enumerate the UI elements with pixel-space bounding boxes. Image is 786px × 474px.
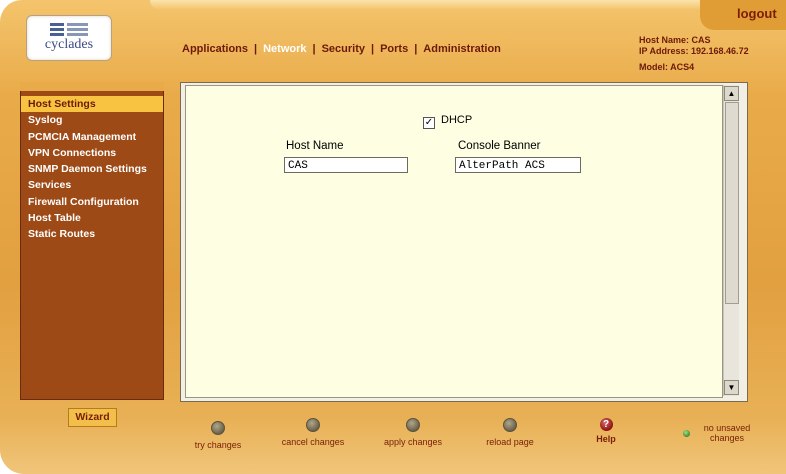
try-changes-label: try changes (194, 440, 242, 450)
nav-separator: | (312, 43, 316, 55)
dhcp-option: ✓ DHCP (423, 114, 472, 129)
dhcp-label: DHCP (441, 114, 473, 126)
sidebar-item-snmp-daemon-settings[interactable]: SNMP Daemon Settings (21, 161, 163, 177)
help-icon: ? (599, 418, 613, 431)
help-button[interactable]: ? Help (584, 418, 628, 444)
logo-text: cyclades (44, 37, 94, 52)
reload-page-button[interactable]: reload page (480, 418, 540, 447)
nav-ports[interactable]: Ports (380, 43, 408, 55)
apply-changes-icon (406, 418, 420, 432)
ip-address-info: IP Address: 192.168.46.72 (639, 46, 749, 56)
reload-page-label: reload page (486, 437, 534, 447)
scroll-down-icon[interactable]: ▼ (724, 380, 739, 395)
cyclades-logo: cyclades (26, 15, 112, 61)
model-info: Model: ACS4 (639, 62, 695, 72)
sidebar-item-host-table[interactable]: Host Table (21, 210, 163, 226)
top-navigation: Applications | Network | Security | Ports | Admi… (182, 43, 501, 55)
nav-applications[interactable]: Applications (182, 43, 248, 55)
wizard-button[interactable]: Wizard (68, 408, 117, 427)
status-line-2: changes (709, 433, 745, 443)
header-highlight (150, 0, 710, 10)
status-indicator-icon (683, 430, 690, 437)
sidebar-item-pcmcia-management[interactable]: PCMCIA Management (21, 129, 163, 145)
content-panel (185, 85, 723, 398)
nav-separator: | (254, 43, 258, 55)
console-banner-input[interactable]: AlterPath ACS (455, 157, 581, 173)
nav-administration[interactable]: Administration (423, 43, 501, 55)
host-info: Host Name: CAS IP Address: 192.168.46.72… (639, 35, 749, 73)
nav-separator: | (414, 43, 418, 55)
sidebar-item-host-settings[interactable]: Host Settings (21, 96, 163, 113)
sidebar-item-syslog[interactable]: Syslog (21, 112, 163, 128)
cancel-changes-button[interactable]: cancel changes (278, 418, 348, 447)
nav-network[interactable]: Network (263, 43, 306, 55)
sidebar-top-band (20, 82, 164, 91)
reload-page-icon (503, 418, 517, 432)
nav-separator: | (371, 43, 375, 55)
sidebar: Host Settings Syslog PCMCIA Management V… (20, 83, 164, 400)
host-name-info: Host Name: CAS (639, 35, 711, 45)
try-changes-icon (211, 421, 225, 435)
logout-link[interactable]: logout (737, 6, 777, 21)
vertical-scrollbar[interactable]: ▲ ▼ (723, 85, 739, 396)
sidebar-item-services[interactable]: Services (21, 177, 163, 193)
cancel-changes-label: cancel changes (281, 437, 345, 447)
nav-security[interactable]: Security (322, 43, 365, 55)
logo-icon (50, 23, 88, 37)
sidebar-item-vpn-connections[interactable]: VPN Connections (21, 145, 163, 161)
sidebar-item-static-routes[interactable]: Static Routes (21, 226, 163, 242)
sidebar-item-firewall-configuration[interactable]: Firewall Configuration (21, 194, 163, 210)
help-label: Help (596, 434, 616, 444)
dhcp-checkbox[interactable]: ✓ (423, 117, 435, 129)
status-line-1: no unsaved (703, 423, 751, 433)
scroll-thumb[interactable] (725, 102, 739, 304)
scroll-up-icon[interactable]: ▲ (724, 86, 739, 101)
try-changes-button[interactable]: try changes (188, 421, 248, 450)
host-name-input[interactable]: CAS (284, 157, 408, 173)
console-banner-label: Console Banner (458, 140, 541, 152)
apply-changes-label: apply changes (383, 437, 443, 447)
host-name-label: Host Name (286, 140, 344, 152)
apply-changes-button[interactable]: apply changes (378, 418, 448, 447)
unsaved-status: no unsaved changes (697, 423, 757, 443)
cancel-changes-icon (306, 418, 320, 432)
